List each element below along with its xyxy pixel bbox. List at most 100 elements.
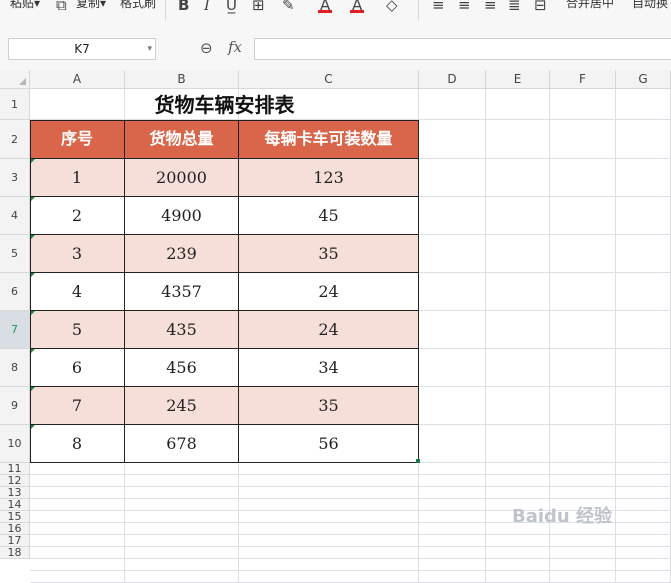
error-indicator-icon[interactable] — [30, 425, 35, 430]
fill-handle[interactable] — [416, 459, 420, 463]
table-cell[interactable]: 239 — [125, 235, 239, 273]
error-indicator-icon[interactable] — [30, 235, 35, 240]
gridline — [30, 474, 671, 475]
cell-value: 35 — [318, 396, 339, 415]
table-cell[interactable]: 245 — [125, 387, 239, 425]
column-header-b[interactable]: B — [125, 70, 239, 89]
select-all-corner[interactable] — [0, 70, 30, 89]
error-indicator-icon[interactable] — [30, 387, 35, 392]
table-header-cell[interactable]: 每辆卡车可装数量 — [239, 120, 419, 159]
table-cell[interactable]: 5 — [30, 311, 125, 349]
table-cell[interactable]: 4357 — [125, 273, 239, 311]
align-center-icon[interactable]: ≡ — [458, 0, 471, 14]
table-cell[interactable]: 4 — [30, 273, 125, 311]
error-indicator-icon[interactable] — [30, 159, 35, 164]
bold-button[interactable]: B — [178, 0, 189, 14]
table-cell[interactable]: 4900 — [125, 197, 239, 235]
column-header-f[interactable]: F — [550, 70, 616, 89]
chevron-down-icon[interactable]: ▾ — [147, 39, 152, 59]
copy-icon[interactable]: ⧉ — [56, 0, 67, 14]
clear-format-icon[interactable]: ◇ — [386, 0, 398, 14]
row-header-3[interactable]: 3 — [0, 159, 30, 197]
italic-button[interactable]: I — [204, 0, 210, 14]
paste-button[interactable]: 粘贴▾ — [10, 0, 40, 11]
auto-wrap-button[interactable]: 自动换 — [632, 0, 668, 11]
sheet-title[interactable]: 货物车辆安排表 — [30, 90, 419, 120]
column-header-d[interactable]: D — [419, 70, 486, 89]
cell-value: 5 — [71, 320, 83, 339]
toolbar-divider — [418, 0, 419, 20]
table-cell[interactable]: 45 — [239, 197, 419, 235]
table-cell[interactable]: 456 — [125, 349, 239, 387]
table-header-cell[interactable]: 序号 — [30, 120, 125, 159]
chevron-down-icon: ▾ — [34, 0, 41, 10]
toolbar-divider — [165, 0, 166, 20]
formula-input[interactable] — [254, 38, 671, 60]
table-cell[interactable]: 24 — [239, 273, 419, 311]
fill-color-icon[interactable]: ✎ — [282, 0, 295, 14]
column-header-a[interactable]: A — [30, 70, 125, 89]
merge-icon[interactable]: ⊟ — [534, 0, 547, 14]
cell-value: 20000 — [156, 168, 207, 187]
format-painter-button[interactable]: 格式刷 — [120, 0, 156, 11]
gridline — [30, 558, 671, 559]
row-header-18[interactable]: 18 — [0, 547, 30, 559]
cell-value: 3 — [71, 244, 83, 263]
gridline — [615, 89, 616, 583]
table-cell[interactable]: 8 — [30, 425, 125, 463]
error-indicator-icon[interactable] — [30, 349, 35, 354]
table-cell[interactable]: 6 — [30, 349, 125, 387]
zoom-icon[interactable]: ⊖ — [200, 39, 213, 57]
underline-icon[interactable]: U̲ — [226, 0, 237, 14]
cell-value: 678 — [166, 434, 197, 453]
table-cell[interactable]: 7 — [30, 387, 125, 425]
row-header-7[interactable]: 7 — [0, 311, 30, 349]
error-indicator-icon[interactable] — [30, 311, 35, 316]
table-cell[interactable]: 2 — [30, 197, 125, 235]
align-right-icon[interactable]: ≡ — [484, 0, 497, 14]
table-cell[interactable]: 35 — [239, 387, 419, 425]
cell-value: 8 — [71, 434, 83, 453]
error-indicator-icon[interactable] — [30, 197, 35, 202]
row-header-10[interactable]: 10 — [0, 425, 30, 463]
gridline — [30, 486, 671, 487]
table-header-cell[interactable]: 货物总量 — [125, 120, 239, 159]
row-header-8[interactable]: 8 — [0, 349, 30, 387]
cell-value: 序号 — [60, 129, 93, 148]
table-cell[interactable]: 34 — [239, 349, 419, 387]
table-cell[interactable]: 56 — [239, 425, 419, 463]
table-cell[interactable]: 24 — [239, 311, 419, 349]
merge-center-button[interactable]: 合并居中 — [566, 0, 614, 11]
table-cell[interactable]: 123 — [239, 159, 419, 197]
column-header-c[interactable]: C — [239, 70, 419, 89]
row-header-4[interactable]: 4 — [0, 197, 30, 235]
table-cell[interactable]: 35 — [239, 235, 419, 273]
gridline — [30, 570, 671, 571]
row-header-9[interactable]: 9 — [0, 387, 30, 425]
column-header-e[interactable]: E — [486, 70, 550, 89]
cell-value: 456 — [166, 358, 197, 377]
cell-value: 7 — [71, 396, 83, 415]
row-header-6[interactable]: 6 — [0, 273, 30, 311]
align-left-icon[interactable]: ≡ — [432, 0, 445, 14]
row-header-2[interactable]: 2 — [0, 120, 30, 159]
error-indicator-icon[interactable] — [30, 273, 35, 278]
justify-icon[interactable]: ≣ — [508, 0, 521, 14]
paste-label: 粘贴 — [10, 0, 35, 10]
table-cell[interactable]: 1 — [30, 159, 125, 197]
table-cell[interactable]: 3 — [30, 235, 125, 273]
function-icon[interactable]: fx — [228, 38, 242, 56]
cell-value: 24 — [318, 282, 339, 301]
table-cell[interactable]: 435 — [125, 311, 239, 349]
row-header-5[interactable]: 5 — [0, 235, 30, 273]
copy-button[interactable]: 复制▾ — [76, 0, 106, 11]
border-icon[interactable]: ⊞ — [252, 0, 265, 14]
gridline — [30, 498, 671, 499]
table-cell[interactable]: 20000 — [125, 159, 239, 197]
cell-value: 货物总量 — [149, 129, 214, 148]
formula-bar: K7 ▾ ⊖ fx — [0, 26, 671, 71]
table-cell[interactable]: 678 — [125, 425, 239, 463]
column-header-g[interactable]: G — [616, 70, 671, 89]
row-header-1[interactable]: 1 — [0, 89, 30, 120]
name-box[interactable]: K7 ▾ — [8, 38, 156, 60]
